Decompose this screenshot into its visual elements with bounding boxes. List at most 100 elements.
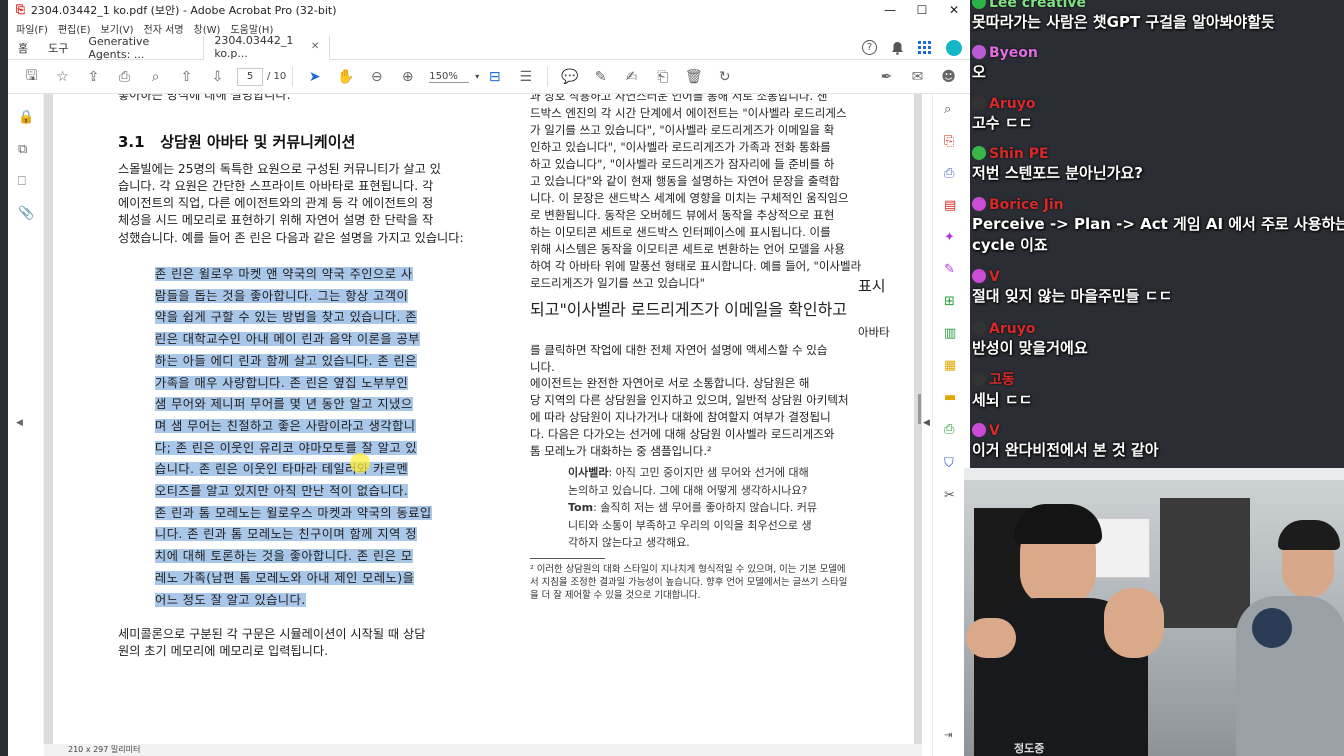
draw-icon[interactable]: ✍ [616,69,647,85]
sign-icon[interactable]: ✎ [944,262,955,277]
chat-text: 저번 스텐포드 분아닌가요? [972,164,1143,182]
highlighted-line[interactable]: 오티즈를 알고 있지만 아직 만난 적이 없습니다. [155,484,409,499]
user-badge-icon [972,423,986,437]
expand-panel-icon[interactable]: ⇥ [944,730,952,741]
user-badge-icon [972,321,986,335]
menu-file[interactable]: 파일(F) [16,21,48,36]
zoom-out-icon[interactable]: ⊖ [361,69,392,85]
highlighted-line[interactable]: 존 린은 윌로우 마켓 앤 약국의 약국 주인으로 사 [155,267,413,281]
export-pdf-icon[interactable]: ⎘ [944,134,954,149]
section-number: 3.1 [118,133,145,152]
comment-tool-icon[interactable]: ▬ [944,390,956,405]
tab-doc-generative-agents[interactable]: Generative Agents: ... [78,35,205,61]
highlighted-line[interactable]: 샘 무어와 제니퍼 무어를 몇 년 동안 알고 지냈으 [155,397,413,412]
menu-view[interactable]: 보기(V) [101,21,134,36]
scroll-mode-icon[interactable]: ☰ [510,69,541,85]
comment-icon[interactable]: 💬 [554,69,585,85]
more-tools-icon[interactable]: ✂ [944,488,955,503]
organize-pages-icon[interactable]: ▤ [944,198,956,213]
apps-grid-icon[interactable] [918,40,932,55]
close-tab-icon[interactable]: ✕ [311,41,319,52]
page-number-input[interactable]: 5 [237,67,263,86]
dialog-text: 니티와 소통이 부족하고 우리의 이익을 최우선으로 생 [568,518,812,532]
highlighted-line[interactable]: 린은 대학교수인 아내 메이 린과 음악 이론을 공부 [155,332,420,347]
live-chat-overlay: Lee creative 못따라가는 사람은 챗GPT 구걸을 알아봐야할듯 B… [970,0,1344,468]
bookmark-icon[interactable]: ⎕ [18,174,26,189]
user-badge-icon [972,146,986,160]
save-icon[interactable]: 🖫 [16,65,47,89]
highlight-pen-icon[interactable]: ✎ [585,69,616,85]
divider [292,66,294,87]
print-icon[interactable]: ⎙ [109,69,140,85]
upload-icon[interactable]: ⇪ [78,69,109,85]
combine-icon[interactable]: ⊞ [944,294,955,309]
stamp-icon[interactable]: ⎗ [647,69,678,85]
lock-icon[interactable]: 🔒 [18,110,34,125]
chat-text: 고수 ㄷㄷ [972,114,1033,132]
delete-icon[interactable]: 🗑 [678,69,709,85]
redact-icon[interactable]: ▦ [944,358,956,373]
chat-username: Borice Jin [989,197,1064,213]
highlighted-line[interactable]: 약을 쉽게 구할 수 있는 방법을 찾고 있습니다. 존 [155,310,417,325]
maximize-button[interactable]: ☐ [906,3,938,17]
chat-text: 절대 잊지 않는 마을주민들 ㄷㄷ [972,287,1173,305]
highlighted-line[interactable]: 다; 존 린은 이웃인 유리코 야마모토를 잘 알고 있 [155,440,418,455]
help-icon[interactable]: ? [862,40,877,55]
highlighted-line[interactable]: 니다. 존 린과 톰 모레노는 친구이며 함께 지역 정 [155,527,417,542]
select-cursor-icon[interactable]: ➤ [299,69,330,85]
dialog-text: 논의하고 있습니다. 그에 대해 어떻게 생각하시나요? [568,483,808,497]
chat-message: V 이거 완다비전에서 본 것 같아 [972,420,1159,460]
minimize-button[interactable]: — [874,3,906,17]
text-line: 원의 초기 메모리에 메모리로 입력됩니다. [118,644,328,659]
highlighted-line[interactable]: 하는 아들 에디 린과 함께 살고 있습니다. 존 린은 [155,353,417,368]
cursor-highlight-dot [350,453,370,473]
page-fit-icon[interactable]: ⊟ [479,69,510,85]
rotate-icon[interactable]: ↻ [709,69,740,85]
hand-tool-icon[interactable]: ✋ [330,69,361,85]
zoom-select[interactable]: 150% [429,71,470,83]
highlighted-line[interactable]: 가족을 매우 사랑합니다. 존 린은 옆집 노부부인 [155,375,409,390]
star-icon[interactable]: ☆ [47,69,78,85]
scrollbar-thumb[interactable] [918,394,921,424]
create-pdf-icon[interactable]: ⎙ [944,166,954,181]
tab-doc-current[interactable]: 2304.03442_1 ko.p... ✕ [204,34,331,60]
close-button[interactable]: ✕ [938,3,970,17]
highlighted-line[interactable]: 레노 가족(남편 톰 모레노와 아내 제인 모레노)을 [155,570,415,585]
search-icon[interactable]: ⌕ [140,69,171,85]
tab-tools[interactable]: 도구 [38,36,78,60]
highlighted-line[interactable]: 치에 대해 토론하는 것을 좋아합니다. 존 린은 모 [155,549,413,564]
protect-icon[interactable]: ⛉ [944,456,954,471]
menu-esign[interactable]: 전자 서명 [144,21,184,36]
highlighted-line[interactable]: 람들을 돕는 것을 좋아합니다. 그는 항상 고객이 [155,288,409,303]
zoom-in-icon[interactable]: ⊕ [392,69,423,85]
zoom-search-icon[interactable]: ⌕ [944,102,951,117]
edit-pdf-icon[interactable]: ✦ [944,230,955,245]
bell-icon[interactable] [891,41,904,55]
scan-icon[interactable]: ▥ [944,326,956,341]
closing-paragraph: 세미콜론으로 구분된 각 구문은 시뮬레이션이 시작될 때 상담 원의 초기 메… [118,626,498,660]
tab-home[interactable]: 홈 [8,36,38,60]
pages-icon[interactable]: ⧉ [18,142,27,157]
menu-edit[interactable]: 편집(E) [58,21,91,36]
document-viewer[interactable]: 좋아하는 방식에 대해 설명합니다. 3.1 상담원 아바타 및 커뮤니케이션 … [44,94,922,744]
collapse-left-icon[interactable]: ◀ [16,418,23,428]
mail-icon[interactable]: ✉ [902,69,933,85]
text-line: 인하고 있습니다", "이사벨라 로드리게즈가 가족과 전화 통화를 [530,140,831,154]
user-avatar[interactable] [946,39,962,56]
text-line: 세미콜론으로 구분된 각 구문은 시뮬레이션이 시작될 때 상담 [118,627,426,641]
person-hand [966,618,1016,658]
highlighted-line[interactable]: 습니다. 존 린은 이웃인 타마라 테일러와 카르멘 [155,462,409,477]
attachment-icon[interactable]: 📎 [18,206,34,221]
text-line: 로 변환됩니다. 동작은 오버헤드 뷰에서 동작을 추상적으로 표현 [530,208,835,222]
chat-text: 반성이 맞을거에요 [972,339,1088,357]
footnote: ² 이러한 상담원의 대화 스타일이 지나치게 형식적일 수 있으며, 이는 기… [530,563,915,602]
fill-sign-icon[interactable]: ✒ [871,69,902,85]
highlighted-line[interactable]: 어느 정도 잘 알고 있습니다. [155,592,306,607]
highlighted-line[interactable]: 며 샘 무어는 친절하고 좋은 사람이라고 생각합니 [155,418,416,433]
print-production-icon[interactable]: ⎙ [944,422,954,437]
highlighted-line[interactable]: 존 린과 톰 모레노는 윌로우스 마켓과 약국의 동료입 [155,505,432,520]
share-user-icon[interactable]: ☻ [933,69,964,85]
prev-page-icon[interactable]: ⇧ [171,69,202,85]
next-page-icon[interactable]: ⇩ [202,69,233,85]
collapse-right-icon[interactable]: ◀ [923,418,930,428]
